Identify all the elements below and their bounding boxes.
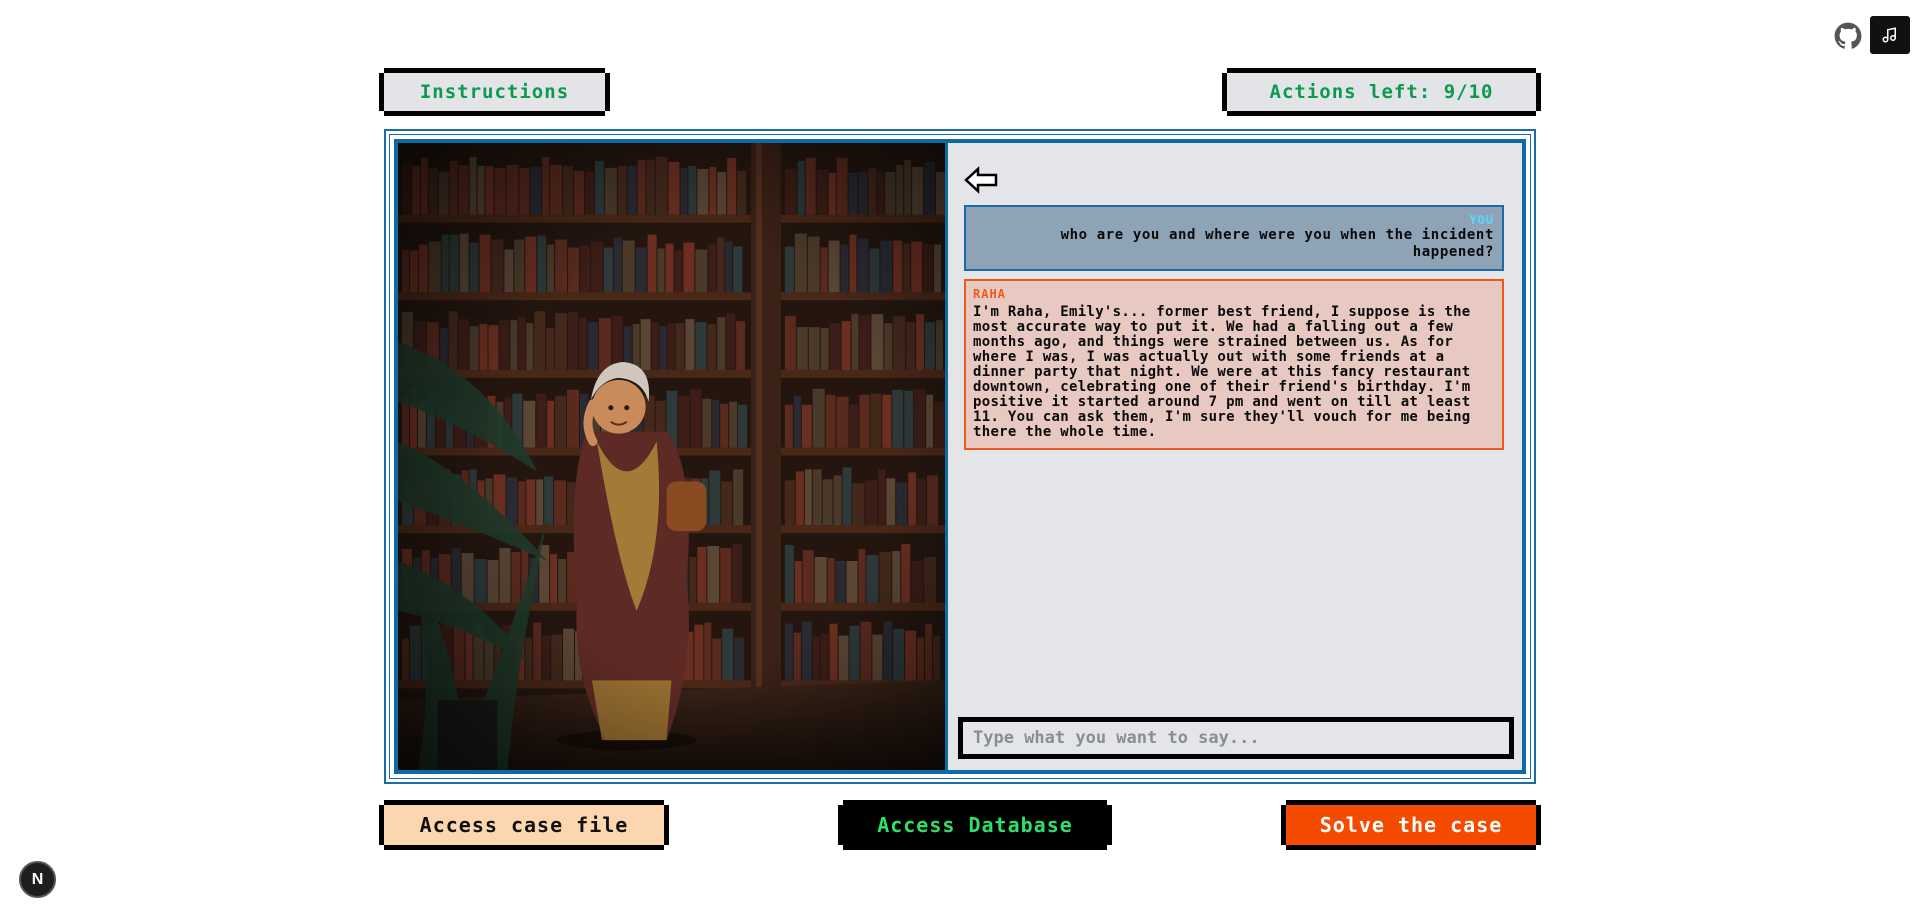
suspect-scene [398,143,948,770]
message-npc: RAHA I'm Raha, Emily's... former best fr… [964,279,1504,450]
game-frame: YOU who are you and where were you when … [384,129,1536,784]
message-sender: YOU [1469,213,1494,227]
solve-case-button[interactable]: Solve the case [1281,800,1541,850]
dev-badge-icon[interactable]: N [19,861,56,898]
message-sender: RAHA [973,287,1006,301]
access-case-file-button[interactable]: Access case file [379,800,669,850]
chat-panel: YOU who are you and where were you when … [948,143,1522,770]
github-icon[interactable] [1834,22,1862,50]
access-database-button[interactable]: Access Database [838,800,1112,850]
message-text: who are you and where were you when the … [1060,227,1494,260]
music-toggle-button[interactable] [1870,16,1910,54]
instructions-label: Instructions [419,81,570,103]
message-you: YOU who are you and where were you when … [964,205,1504,271]
actions-left-label: Actions left: 9/10 [1269,81,1494,103]
back-arrow-icon[interactable] [964,165,998,195]
chat-input-box[interactable] [958,717,1514,759]
message-text: I'm Raha, Emily's... former best friend,… [973,304,1471,440]
actions-left-counter: Actions left: 9/10 [1222,68,1541,116]
chat-input[interactable] [963,722,1509,754]
instructions-button[interactable]: Instructions [379,68,610,116]
character-portrait [398,143,945,770]
music-note-icon [1882,27,1896,43]
database-label: Access Database [877,813,1073,837]
case-file-label: Access case file [419,813,629,837]
solve-label: Solve the case [1319,813,1503,837]
badge-letter: N [31,870,44,888]
